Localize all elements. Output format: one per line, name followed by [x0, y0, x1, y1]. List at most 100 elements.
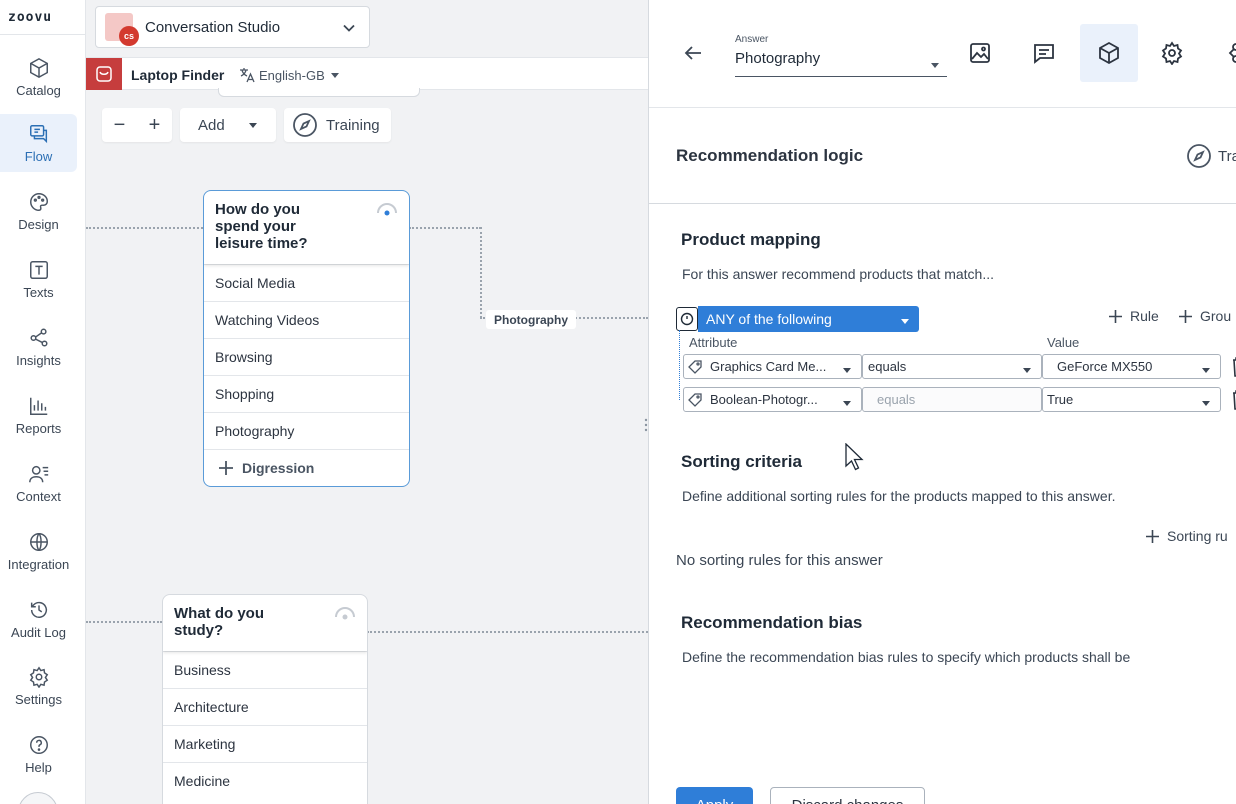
- answer-select[interactable]: Photography: [735, 50, 947, 77]
- attribute-select[interactable]: Graphics Card Me...: [683, 354, 862, 379]
- digression-label: Digression: [242, 460, 315, 476]
- nav-item-reports[interactable]: Reports: [0, 386, 77, 444]
- add-button[interactable]: Add: [180, 108, 276, 142]
- cube-icon: [29, 57, 48, 78]
- palette-icon: [29, 192, 48, 211]
- nav-label: Integration: [7, 556, 70, 572]
- trash-icon[interactable]: [1232, 389, 1236, 411]
- zoom-out-button[interactable]: −: [114, 114, 126, 137]
- bar-chart-icon: [29, 397, 47, 415]
- cube-icon: [1099, 41, 1119, 65]
- answer-option[interactable]: Marketing: [163, 725, 367, 762]
- language-selector[interactable]: English-GB: [239, 67, 341, 83]
- plus-icon: [219, 461, 233, 475]
- back-arrow-icon[interactable]: [683, 43, 703, 63]
- answer-option[interactable]: Social Media: [204, 264, 409, 301]
- answer-option[interactable]: Shopping: [204, 375, 409, 412]
- caret-down-icon: [901, 319, 909, 324]
- studio-badge: cs: [105, 13, 139, 46]
- comment-icon: [1034, 44, 1054, 64]
- operator-value: equals: [877, 392, 916, 407]
- connector-line: [480, 227, 482, 318]
- match-mode-select[interactable]: ANY of the following: [698, 306, 919, 332]
- nav-item-design[interactable]: Design: [0, 182, 77, 240]
- flow-canvas[interactable]: cs Conversation Studio Laptop Finder Eng…: [86, 0, 648, 804]
- caret-down-icon: [1202, 401, 1210, 406]
- question-card-study[interactable]: What do you study? Business Architecture…: [162, 594, 368, 804]
- operator-value: equals: [868, 359, 907, 374]
- chevron-down-icon: [343, 24, 355, 32]
- training-link[interactable]: Tra: [1186, 143, 1236, 169]
- value-select[interactable]: GeForce MX550: [1042, 354, 1221, 379]
- caret-down-icon: [1023, 368, 1031, 373]
- studio-selector[interactable]: cs Conversation Studio: [95, 6, 370, 48]
- nav-item-flow[interactable]: Flow: [0, 114, 77, 172]
- nav-label: Settings: [15, 691, 62, 707]
- value-select[interactable]: True: [1042, 387, 1221, 412]
- answer-select-value: Photography: [735, 50, 821, 67]
- sorting-criteria-title: Sorting criteria: [681, 452, 802, 471]
- finder-icon: [86, 58, 122, 90]
- zoom-in-button[interactable]: +: [149, 114, 161, 137]
- operator-select: equals: [862, 387, 1042, 412]
- nav-item-catalog[interactable]: Catalog: [0, 48, 77, 106]
- answer-option[interactable]: Architecture: [163, 688, 367, 725]
- nav-item-settings[interactable]: Settings: [0, 657, 77, 715]
- edge-label-photography[interactable]: Photography: [486, 310, 576, 329]
- operator-select[interactable]: equals: [862, 354, 1042, 379]
- answer-field-label: Answer: [735, 34, 769, 45]
- discard-changes-button[interactable]: Discard changes: [770, 787, 925, 804]
- nav-item-audit-log[interactable]: Audit Log: [0, 590, 77, 648]
- answer-option[interactable]: Business: [163, 651, 367, 688]
- tag-icon: [688, 359, 702, 374]
- tab-settings[interactable]: [1143, 24, 1201, 82]
- sorting-criteria-description: Define additional sorting rules for the …: [682, 488, 1116, 504]
- recommendation-bias-description: Define the recommendation bias rules to …: [682, 649, 1131, 665]
- question-card-leisure[interactable]: How do you spend your leisure time? Soci…: [203, 190, 410, 487]
- answer-option[interactable]: Watching Videos: [204, 301, 409, 338]
- recommendation-logic-title: Recommendation logic: [676, 146, 864, 165]
- answer-option-photography[interactable]: Photography: [204, 412, 409, 449]
- zoovu-logo[interactable]: zoovu: [8, 10, 52, 25]
- collapse-group-icon[interactable]: [676, 307, 698, 331]
- avatar[interactable]: [18, 792, 58, 804]
- value-value: True: [1047, 392, 1074, 407]
- nav-item-context[interactable]: Context: [0, 454, 77, 512]
- nav-item-insights[interactable]: Insights: [0, 318, 77, 376]
- user-list-icon: [28, 465, 48, 482]
- nav-item-help[interactable]: Help: [0, 725, 77, 783]
- rule-row: Graphics Card Me... equals GeForce MX550: [683, 354, 1221, 379]
- nav-label: Context: [16, 488, 61, 504]
- add-sorting-rule-button[interactable]: Sorting ru: [1146, 528, 1228, 544]
- product-mapping-title: Product mapping: [681, 230, 821, 249]
- recommendation-bias-title: Recommendation bias: [681, 613, 863, 632]
- finder-bar: Laptop Finder English-GB: [86, 57, 648, 90]
- nav-item-texts[interactable]: Texts: [0, 250, 77, 308]
- add-rule-button[interactable]: Rule: [1109, 308, 1159, 324]
- connector-line: [86, 621, 162, 623]
- plus-icon: [1179, 309, 1192, 323]
- logo-divider: [0, 34, 86, 35]
- tab-image[interactable]: [951, 24, 1009, 82]
- answer-option[interactable]: Browsing: [204, 338, 409, 375]
- add-digression-button[interactable]: Digression: [204, 449, 409, 486]
- nav-label: Flow: [24, 148, 53, 164]
- trash-icon[interactable]: [1232, 356, 1236, 378]
- nav-item-integration[interactable]: Integration: [0, 522, 77, 580]
- tab-more[interactable]: [1205, 24, 1236, 82]
- add-group-button[interactable]: Grou: [1179, 308, 1231, 324]
- status-ring-icon: [335, 607, 355, 620]
- apply-button[interactable]: Apply: [676, 787, 753, 804]
- studio-badge-label: cs: [119, 26, 139, 46]
- training-button[interactable]: Training: [284, 108, 391, 142]
- status-ring-icon: [377, 203, 397, 216]
- answer-option[interactable]: Medicine: [163, 762, 367, 799]
- attribute-select[interactable]: Boolean-Photogr...: [683, 387, 862, 412]
- tab-product-logic[interactable]: [1080, 24, 1138, 82]
- canvas-toolbar: − + Add Training: [102, 108, 391, 142]
- globe-icon: [29, 532, 48, 551]
- question-card-stub[interactable]: [218, 88, 420, 97]
- plus-icon: [1109, 309, 1122, 323]
- caret-down-icon: [1202, 368, 1210, 373]
- tab-text[interactable]: [1015, 24, 1073, 82]
